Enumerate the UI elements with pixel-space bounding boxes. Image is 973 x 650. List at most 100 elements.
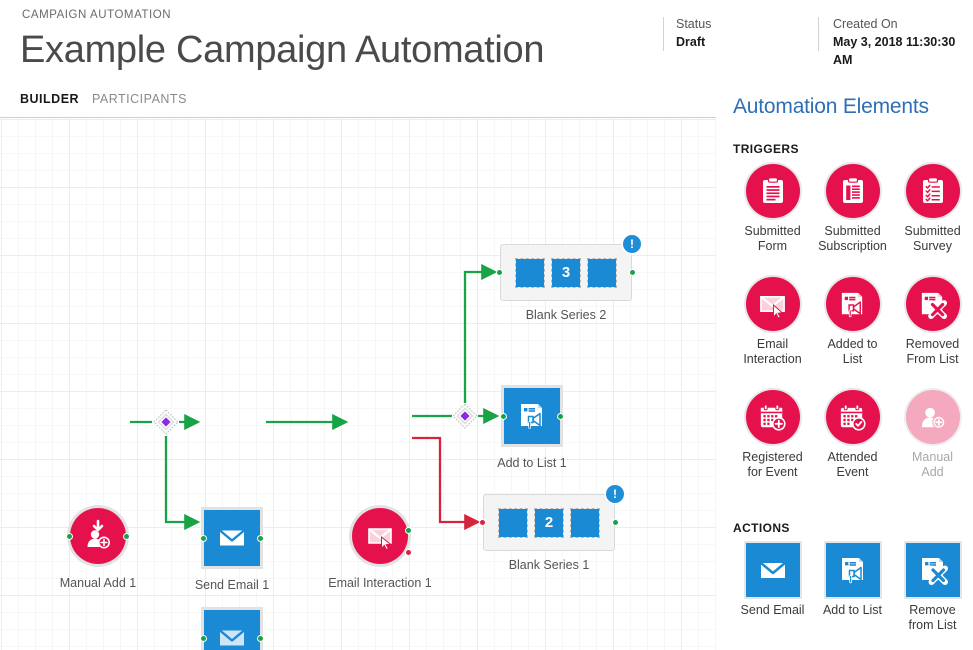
envelope-icon: [219, 629, 245, 646]
clipboard-subscription-glyph: [842, 177, 863, 203]
node-label: Add to List 1: [497, 456, 567, 470]
clipboard-form-icon: [745, 164, 800, 218]
palette-item-manual-add: Manual Add: [893, 390, 972, 480]
port-out[interactable]: [557, 413, 564, 420]
manual-add-person-glyph: [921, 407, 946, 429]
clipboard-survey-icon: [905, 164, 960, 218]
palette-label: Submitted Subscription: [818, 224, 887, 253]
group-square-count: 2: [534, 507, 564, 538]
port-in[interactable]: [200, 535, 207, 542]
port-in[interactable]: [200, 635, 207, 642]
clipboard-survey-glyph: [922, 177, 943, 203]
warning-badge[interactable]: !: [606, 485, 624, 503]
palette-item-submitted-form[interactable]: Submitted Form: [733, 164, 812, 254]
palette-item-submitted-subscription[interactable]: Submitted Subscription: [813, 164, 892, 254]
port-out[interactable]: [257, 635, 264, 642]
node-manual-add-1[interactable]: Manual Add 1: [60, 508, 136, 590]
node-blank-series-1[interactable]: 2 ! Blank Series 1: [479, 485, 624, 572]
remove-from-list-icon: [905, 543, 960, 597]
manual-add-icon: [70, 508, 126, 564]
port-out-red[interactable]: [405, 549, 412, 556]
port-in[interactable]: [496, 269, 503, 276]
node-label: Send Email 1: [194, 578, 270, 592]
port-out-green[interactable]: [405, 527, 412, 534]
node-add-to-list-1[interactable]: Add to List 1: [497, 388, 567, 470]
section-heading-actions: ACTIONS: [733, 521, 790, 535]
port-out[interactable]: [123, 533, 130, 540]
calendar-check-icon: [825, 390, 880, 444]
port-out[interactable]: [257, 535, 264, 542]
tab-bar: BUILDER PARTICIPANTS: [0, 92, 716, 117]
palette-label: Attended Event: [827, 450, 878, 479]
email-interaction-icon: [745, 277, 800, 331]
palette-item-removed-from-list[interactable]: Removed From List: [893, 277, 972, 367]
port-out[interactable]: [629, 269, 636, 276]
node-blank-series-2[interactable]: 3 ! Blank Series 2: [496, 235, 641, 322]
port-out[interactable]: [612, 519, 619, 526]
group-square: [515, 257, 545, 288]
automation-elements-panel: Automation Elements TRIGGERS Submitted F…: [716, 88, 973, 650]
palette-label: Send Email: [740, 603, 805, 617]
created-on-block: Created On May 3, 2018 11:30:30 AM: [833, 16, 973, 69]
port-in[interactable]: [500, 413, 507, 420]
palette-label: Manual Add: [912, 450, 953, 479]
email-interaction-node: [352, 508, 408, 564]
port-in[interactable]: [479, 519, 486, 526]
palette-label: Removed From List: [905, 337, 960, 366]
palette-item-add-to-list[interactable]: Add to List: [813, 543, 892, 618]
warning-badge[interactable]: !: [623, 235, 641, 253]
gateway-2[interactable]: [452, 403, 478, 429]
add-to-list-icon: [825, 543, 880, 597]
add-to-list-glyph: [841, 558, 863, 584]
palette-item-registered-for-event[interactable]: Registered for Event: [733, 390, 812, 480]
created-on-label: Created On: [833, 17, 898, 31]
group-square: [570, 507, 600, 538]
palette-label: Submitted Survey: [904, 224, 961, 253]
add-to-list-glyph: [841, 292, 863, 317]
node-send-email-2[interactable]: Send Email 2: [200, 610, 264, 650]
remove-from-list-glyph: [921, 292, 948, 319]
node-label: Email Interaction 1: [328, 576, 432, 590]
palette-item-send-email[interactable]: Send Email: [733, 543, 812, 618]
tab-participants[interactable]: PARTICIPANTS: [92, 92, 187, 106]
node-email-interaction-1[interactable]: Email Interaction 1: [328, 508, 432, 590]
node-send-email-1[interactable]: Send Email 1: [195, 510, 269, 592]
send-email-node-1: [204, 510, 260, 566]
group-box[interactable]: 2: [483, 494, 615, 551]
gateway-1[interactable]: [153, 409, 179, 435]
gateway-diamond-icon: [452, 403, 478, 429]
remove-from-list-icon: [905, 277, 960, 331]
group-square-count: 3: [551, 257, 581, 288]
group-box[interactable]: 3: [500, 244, 632, 301]
panel-title: Automation Elements: [733, 95, 929, 118]
add-to-list-icon: [825, 277, 880, 331]
page-title: Example Campaign Automation: [20, 29, 545, 71]
palette-item-submitted-survey[interactable]: Submitted Survey: [893, 164, 972, 254]
edge-layer: [130, 263, 500, 531]
port-in[interactable]: [66, 533, 73, 540]
section-heading-triggers: TRIGGERS: [733, 142, 799, 156]
created-on-value: May 3, 2018 11:30:30 AM: [833, 35, 956, 67]
palette-label: Registered for Event: [742, 450, 803, 479]
add-to-list-icon: [521, 404, 542, 429]
tab-builder[interactable]: BUILDER: [20, 92, 79, 106]
add-to-list-node: [504, 388, 560, 444]
palette-item-email-interaction[interactable]: Email Interaction: [733, 277, 812, 367]
manual-add-person-icon: [87, 519, 110, 549]
breadcrumb[interactable]: CAMPAIGN AUTOMATION: [22, 9, 171, 21]
campaign-automation-builder: CAMPAIGN AUTOMATION Example Campaign Aut…: [0, 0, 973, 650]
automation-canvas[interactable]: Manual Add 1 Send Email 1 Email Interact…: [0, 117, 716, 650]
envelope-icon: [745, 543, 800, 597]
palette-item-attended-event[interactable]: Attended Event: [813, 390, 892, 480]
palette-item-added-to-list[interactable]: Added to List: [813, 277, 892, 367]
status-block: Status Draft: [676, 16, 711, 51]
palette-item-remove-from-list[interactable]: Remove from List: [893, 543, 972, 633]
palette-label: Submitted Form: [744, 224, 801, 253]
send-email-node-2: [204, 610, 260, 650]
palette-label: Email Interaction: [743, 337, 802, 366]
node-label: Blank Series 1: [508, 558, 590, 572]
envelope-icon: [219, 529, 245, 546]
status-divider: [663, 17, 664, 51]
group-square: [498, 507, 528, 538]
envelope-glyph: [759, 562, 786, 578]
